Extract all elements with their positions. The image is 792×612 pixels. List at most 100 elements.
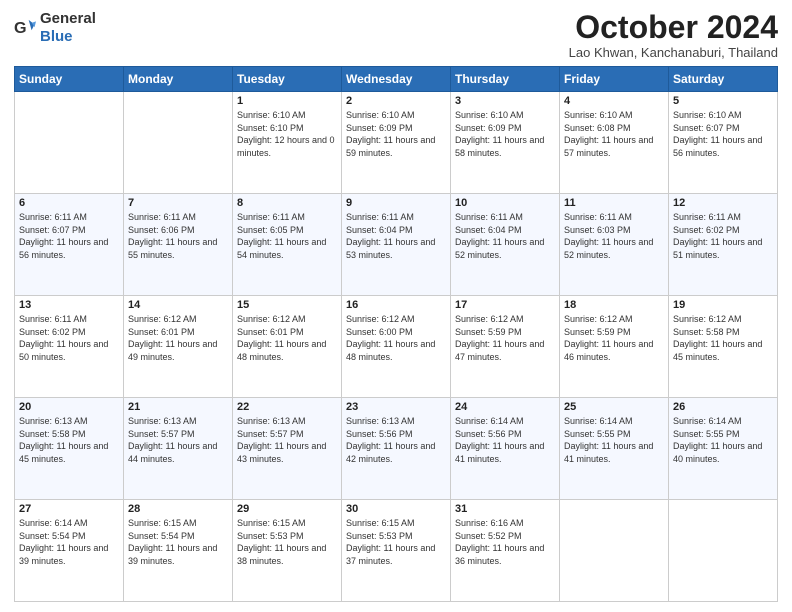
cell-sun-info: Sunrise: 6:14 AMSunset: 5:56 PMDaylight:… xyxy=(455,415,555,465)
cell-sun-info: Sunrise: 6:11 AMSunset: 6:03 PMDaylight:… xyxy=(564,211,664,261)
calendar-cell: 24Sunrise: 6:14 AMSunset: 5:56 PMDayligh… xyxy=(451,398,560,500)
day-number: 20 xyxy=(19,401,119,413)
day-number: 1 xyxy=(237,95,337,107)
cell-sun-info: Sunrise: 6:15 AMSunset: 5:53 PMDaylight:… xyxy=(237,517,337,567)
cell-sun-info: Sunrise: 6:11 AMSunset: 6:04 PMDaylight:… xyxy=(346,211,446,261)
calendar-cell: 8 Sunrise: 6:11 AMSunset: 6:05 PMDaylight… xyxy=(233,194,342,296)
calendar-cell: 5 Sunrise: 6:10 AMSunset: 6:07 PMDaylight… xyxy=(669,92,778,194)
cell-sun-info: Sunrise: 6:12 AMSunset: 5:59 PMDaylight:… xyxy=(564,313,664,363)
cell-sun-info: Sunrise: 6:11 AMSunset: 6:02 PMDaylight:… xyxy=(673,211,773,261)
cell-sun-info: Sunrise: 6:12 AMSunset: 5:59 PMDaylight:… xyxy=(455,313,555,363)
logo-icon: G xyxy=(14,17,36,39)
calendar-day-header: Saturday xyxy=(669,67,778,92)
calendar-week-row: 6 Sunrise: 6:11 AMSunset: 6:07 PMDaylight… xyxy=(15,194,778,296)
calendar-cell xyxy=(124,92,233,194)
day-number: 13 xyxy=(19,299,119,311)
day-number: 16 xyxy=(346,299,446,311)
cell-sun-info: Sunrise: 6:12 AMSunset: 6:01 PMDaylight:… xyxy=(237,313,337,363)
day-number: 14 xyxy=(128,299,228,311)
calendar-cell: 22 Sunrise: 6:13 AMSunset: 5:57 PMDayligh… xyxy=(233,398,342,500)
calendar-week-row: 27Sunrise: 6:14 AMSunset: 5:54 PMDayligh… xyxy=(15,500,778,602)
calendar-cell: 13 Sunrise: 6:11 AMSunset: 6:02 PMDayligh… xyxy=(15,296,124,398)
calendar-cell xyxy=(669,500,778,602)
day-number: 30 xyxy=(346,503,446,515)
page-title: October 2024 xyxy=(569,10,778,45)
cell-sun-info: Sunrise: 6:15 AMSunset: 5:53 PMDaylight:… xyxy=(346,517,446,567)
day-number: 11 xyxy=(564,197,664,209)
day-number: 6 xyxy=(19,197,119,209)
calendar-cell: 3 Sunrise: 6:10 AMSunset: 6:09 PMDaylight… xyxy=(451,92,560,194)
cell-sun-info: Sunrise: 6:11 AMSunset: 6:05 PMDaylight:… xyxy=(237,211,337,261)
cell-sun-info: Sunrise: 6:10 AMSunset: 6:07 PMDaylight:… xyxy=(673,109,773,159)
cell-sun-info: Sunrise: 6:10 AMSunset: 6:08 PMDaylight:… xyxy=(564,109,664,159)
day-number: 22 xyxy=(237,401,337,413)
day-number: 21 xyxy=(128,401,228,413)
day-number: 19 xyxy=(673,299,773,311)
calendar-cell xyxy=(15,92,124,194)
calendar-week-row: 20 Sunrise: 6:13 AMSunset: 5:58 PMDayligh… xyxy=(15,398,778,500)
day-number: 12 xyxy=(673,197,773,209)
calendar-week-row: 1 Sunrise: 6:10 AMSunset: 6:10 PMDaylight… xyxy=(15,92,778,194)
day-number: 23 xyxy=(346,401,446,413)
day-number: 5 xyxy=(673,95,773,107)
calendar-cell: 19 Sunrise: 6:12 AMSunset: 5:58 PMDayligh… xyxy=(669,296,778,398)
calendar-cell: 12 Sunrise: 6:11 AMSunset: 6:02 PMDayligh… xyxy=(669,194,778,296)
cell-sun-info: Sunrise: 6:11 AMSunset: 6:04 PMDaylight:… xyxy=(455,211,555,261)
page: G General Blue October 2024 Lao Khwan, K… xyxy=(0,0,792,612)
calendar-cell: 20 Sunrise: 6:13 AMSunset: 5:58 PMDayligh… xyxy=(15,398,124,500)
day-number: 7 xyxy=(128,197,228,209)
cell-sun-info: Sunrise: 6:10 AMSunset: 6:09 PMDaylight:… xyxy=(455,109,555,159)
calendar-day-header: Tuesday xyxy=(233,67,342,92)
calendar-cell: 31 Sunrise: 6:16 AMSunset: 5:52 PMDayligh… xyxy=(451,500,560,602)
calendar-cell: 17Sunrise: 6:12 AMSunset: 5:59 PMDayligh… xyxy=(451,296,560,398)
cell-sun-info: Sunrise: 6:11 AMSunset: 6:02 PMDaylight:… xyxy=(19,313,119,363)
calendar-cell: 9 Sunrise: 6:11 AMSunset: 6:04 PMDaylight… xyxy=(342,194,451,296)
day-number: 2 xyxy=(346,95,446,107)
cell-sun-info: Sunrise: 6:16 AMSunset: 5:52 PMDaylight:… xyxy=(455,517,555,567)
calendar-week-row: 13 Sunrise: 6:11 AMSunset: 6:02 PMDayligh… xyxy=(15,296,778,398)
day-number: 3 xyxy=(455,95,555,107)
cell-sun-info: Sunrise: 6:10 AMSunset: 6:10 PMDaylight:… xyxy=(237,109,337,159)
calendar-cell: 30 Sunrise: 6:15 AMSunset: 5:53 PMDayligh… xyxy=(342,500,451,602)
day-number: 4 xyxy=(564,95,664,107)
cell-sun-info: Sunrise: 6:14 AMSunset: 5:55 PMDaylight:… xyxy=(564,415,664,465)
calendar-header-row: SundayMondayTuesdayWednesdayThursdayFrid… xyxy=(15,67,778,92)
calendar-cell xyxy=(560,500,669,602)
calendar-cell: 15 Sunrise: 6:12 AMSunset: 6:01 PMDayligh… xyxy=(233,296,342,398)
calendar-cell: 26 Sunrise: 6:14 AMSunset: 5:55 PMDayligh… xyxy=(669,398,778,500)
cell-sun-info: Sunrise: 6:10 AMSunset: 6:09 PMDaylight:… xyxy=(346,109,446,159)
day-number: 25 xyxy=(564,401,664,413)
cell-sun-info: Sunrise: 6:12 AMSunset: 6:01 PMDaylight:… xyxy=(128,313,228,363)
title-block: October 2024 Lao Khwan, Kanchanaburi, Th… xyxy=(569,10,778,60)
calendar-table: SundayMondayTuesdayWednesdayThursdayFrid… xyxy=(14,66,778,602)
day-number: 28 xyxy=(128,503,228,515)
cell-sun-info: Sunrise: 6:12 AMSunset: 5:58 PMDaylight:… xyxy=(673,313,773,363)
cell-sun-info: Sunrise: 6:13 AMSunset: 5:57 PMDaylight:… xyxy=(237,415,337,465)
calendar-cell: 25 Sunrise: 6:14 AMSunset: 5:55 PMDayligh… xyxy=(560,398,669,500)
cell-sun-info: Sunrise: 6:11 AMSunset: 6:07 PMDaylight:… xyxy=(19,211,119,261)
cell-sun-info: Sunrise: 6:14 AMSunset: 5:55 PMDaylight:… xyxy=(673,415,773,465)
cell-sun-info: Sunrise: 6:15 AMSunset: 5:54 PMDaylight:… xyxy=(128,517,228,567)
calendar-day-header: Friday xyxy=(560,67,669,92)
calendar-cell: 27Sunrise: 6:14 AMSunset: 5:54 PMDayligh… xyxy=(15,500,124,602)
calendar-day-header: Thursday xyxy=(451,67,560,92)
day-number: 31 xyxy=(455,503,555,515)
day-number: 18 xyxy=(564,299,664,311)
calendar-cell: 18 Sunrise: 6:12 AMSunset: 5:59 PMDayligh… xyxy=(560,296,669,398)
cell-sun-info: Sunrise: 6:12 AMSunset: 6:00 PMDaylight:… xyxy=(346,313,446,363)
calendar-cell: 28 Sunrise: 6:15 AMSunset: 5:54 PMDayligh… xyxy=(124,500,233,602)
calendar-cell: 29Sunrise: 6:15 AMSunset: 5:53 PMDayligh… xyxy=(233,500,342,602)
cell-sun-info: Sunrise: 6:13 AMSunset: 5:58 PMDaylight:… xyxy=(19,415,119,465)
calendar-day-header: Sunday xyxy=(15,67,124,92)
calendar-cell: 2 Sunrise: 6:10 AMSunset: 6:09 PMDaylight… xyxy=(342,92,451,194)
calendar-cell: 16 Sunrise: 6:12 AMSunset: 6:00 PMDayligh… xyxy=(342,296,451,398)
calendar-day-header: Monday xyxy=(124,67,233,92)
day-number: 26 xyxy=(673,401,773,413)
day-number: 8 xyxy=(237,197,337,209)
cell-sun-info: Sunrise: 6:14 AMSunset: 5:54 PMDaylight:… xyxy=(19,517,119,567)
calendar-cell: 14 Sunrise: 6:12 AMSunset: 6:01 PMDayligh… xyxy=(124,296,233,398)
header: G General Blue October 2024 Lao Khwan, K… xyxy=(14,10,778,60)
day-number: 15 xyxy=(237,299,337,311)
day-number: 9 xyxy=(346,197,446,209)
calendar-cell: 1 Sunrise: 6:10 AMSunset: 6:10 PMDaylight… xyxy=(233,92,342,194)
